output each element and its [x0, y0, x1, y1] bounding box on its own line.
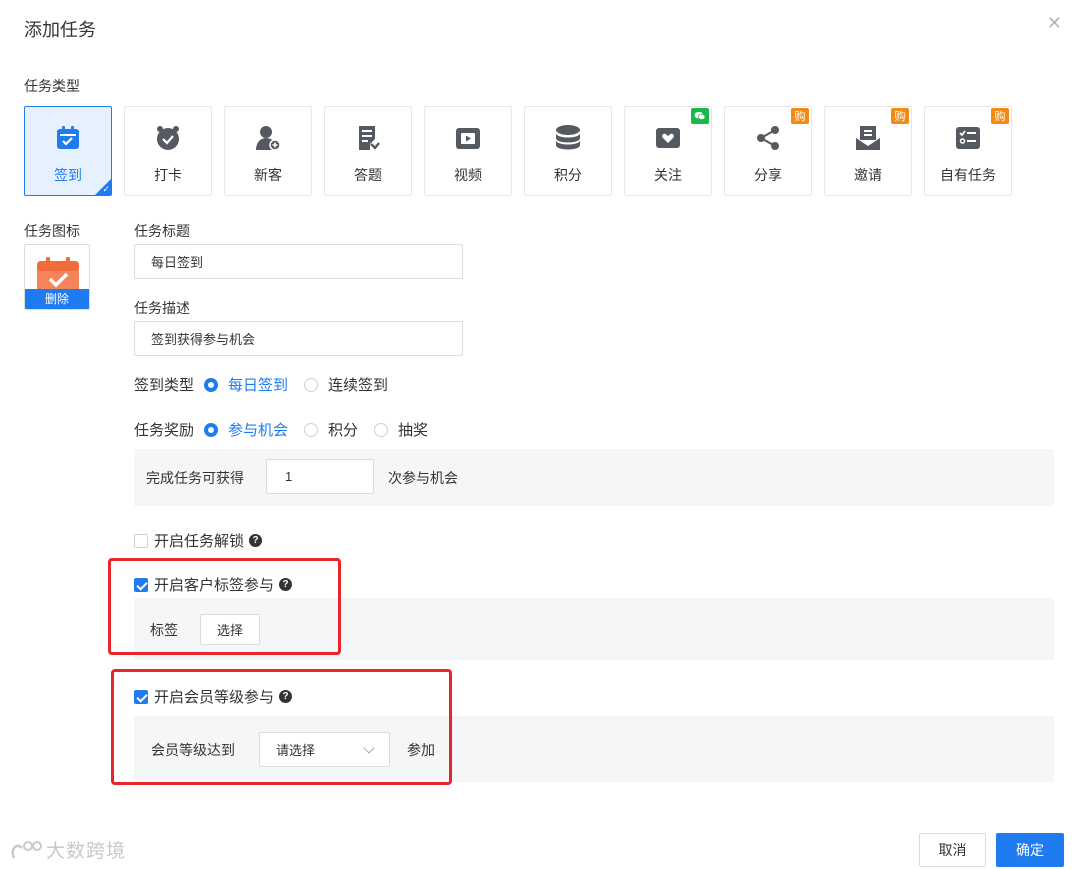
purchase-badge: 购 — [891, 108, 909, 124]
invite-icon — [853, 123, 883, 153]
customer-tag-panel: 标签 选择 — [134, 598, 1054, 660]
task-type-label-text: 积分 — [554, 167, 582, 183]
radio-label: 每日签到 — [228, 377, 289, 394]
task-type-punch[interactable]: 打卡 — [124, 106, 212, 196]
task-desc-input[interactable] — [134, 321, 463, 356]
watermark: 大数跨境 — [10, 836, 126, 863]
customer-tag-label: 开启客户标签参与 — [154, 577, 275, 594]
radio-label: 连续签到 — [328, 377, 389, 394]
reward-detail-panel: 完成任务可获得 次参与机会 — [134, 449, 1054, 506]
unlock-label: 开启任务解锁 — [154, 533, 245, 550]
wechat-icon — [691, 108, 709, 124]
radio-dot — [304, 422, 319, 437]
calendar-image-icon — [37, 257, 79, 293]
task-icon-label: 任务图标 — [24, 223, 80, 239]
task-type-custom[interactable]: 自有任务 购 — [924, 106, 1012, 196]
cancel-button[interactable]: 取消 — [919, 833, 986, 867]
quiz-icon — [353, 123, 383, 153]
purchase-badge: 购 — [791, 108, 809, 124]
task-type-video[interactable]: 视频 — [424, 106, 512, 196]
select-tag-button[interactable]: 选择 — [200, 614, 260, 645]
select-placeholder: 请选择 — [276, 743, 316, 758]
help-icon[interactable]: ? — [279, 578, 293, 591]
share-icon — [753, 123, 783, 153]
help-icon[interactable]: ? — [279, 690, 293, 703]
task-type-follow[interactable]: 关注 — [624, 106, 712, 196]
radio-dot — [204, 422, 219, 437]
task-reward-row: 任务奖励 参与机会 积分 抽奖 — [134, 419, 444, 440]
check-icon: ✓ — [102, 184, 110, 194]
task-type-share[interactable]: 分享 购 — [724, 106, 812, 196]
task-type-label-text: 新客 — [254, 167, 282, 183]
member-level-row: 开启会员等级参与 ? — [134, 686, 293, 707]
radio-reward-chance[interactable]: 参与机会 — [204, 419, 288, 440]
task-type-checkin[interactable]: 签到 ✓ — [24, 106, 112, 196]
tag-label: 标签 — [150, 622, 178, 638]
watermark-logo-icon — [11, 840, 42, 859]
radio-daily-checkin[interactable]: 每日签到 — [204, 374, 288, 395]
task-type-list: 签到 ✓ 打卡 新客 答题 视频 积分 关注 分享 购 邀请 购 自有任务 购 — [24, 106, 1012, 196]
task-type-points[interactable]: 积分 — [524, 106, 612, 196]
radio-label: 抽奖 — [398, 422, 429, 439]
unlock-row: 开启任务解锁 ? — [134, 530, 263, 551]
task-desc-label: 任务描述 — [134, 300, 190, 316]
task-type-label-text: 视频 — [454, 167, 482, 183]
task-icon-preview[interactable]: 删除 — [24, 244, 90, 310]
purchase-badge: 购 — [991, 108, 1009, 124]
task-type-label-text: 邀请 — [854, 167, 882, 183]
close-icon[interactable]: ✕ — [1047, 14, 1062, 32]
task-type-label-text: 自有任务 — [940, 167, 996, 183]
task-type-label-text: 签到 — [54, 167, 82, 183]
heart-message-icon — [653, 123, 683, 153]
task-type-label-text: 打卡 — [154, 167, 182, 183]
watermark-text: 大数跨境 — [46, 841, 127, 862]
member-level-checkbox[interactable] — [134, 689, 148, 704]
reward-suffix: 次参与机会 — [388, 470, 458, 486]
task-title-label: 任务标题 — [134, 223, 190, 239]
radio-reward-lottery[interactable]: 抽奖 — [374, 419, 428, 440]
chevron-down-icon — [363, 741, 375, 754]
radio-dot — [304, 377, 319, 392]
task-type-quiz[interactable]: 答题 — [324, 106, 412, 196]
radio-label: 积分 — [328, 422, 359, 439]
radio-reward-points[interactable]: 积分 — [304, 419, 358, 440]
coins-icon — [553, 123, 583, 153]
level-label: 会员等级达到 — [151, 742, 235, 758]
delete-icon-button[interactable]: 删除 — [25, 289, 89, 309]
checkin-type-label: 签到类型 — [134, 377, 195, 394]
reward-count-input[interactable] — [266, 459, 374, 494]
radio-dot — [374, 422, 389, 437]
radio-label: 参与机会 — [228, 422, 289, 439]
video-icon — [453, 123, 483, 153]
new-user-icon — [253, 123, 283, 153]
task-type-invite[interactable]: 邀请 购 — [824, 106, 912, 196]
unlock-checkbox[interactable] — [134, 533, 148, 548]
member-level-select[interactable]: 请选择 — [259, 732, 390, 767]
dialog-title: 添加任务 — [24, 20, 96, 40]
radio-continuous-checkin[interactable]: 连续签到 — [304, 374, 388, 395]
task-reward-label: 任务奖励 — [134, 422, 195, 439]
task-type-label: 任务类型 — [24, 78, 80, 94]
help-icon[interactable]: ? — [249, 534, 263, 547]
checkin-type-row: 签到类型 每日签到 连续签到 — [134, 374, 404, 395]
member-level-panel: 会员等级达到 请选择 参加 — [134, 716, 1054, 782]
task-type-newcustomer[interactable]: 新客 — [224, 106, 312, 196]
calendar-check-icon — [53, 123, 83, 153]
reward-prefix: 完成任务可获得 — [146, 470, 244, 486]
radio-dot — [204, 377, 219, 392]
checklist-icon — [953, 123, 983, 153]
alarm-clock-icon — [153, 123, 183, 153]
task-type-label-text: 分享 — [754, 167, 782, 183]
task-title-input[interactable] — [134, 244, 463, 279]
level-suffix: 参加 — [407, 742, 435, 758]
customer-tag-checkbox[interactable] — [134, 577, 148, 592]
customer-tag-row: 开启客户标签参与 ? — [134, 574, 293, 595]
task-type-label-text: 关注 — [654, 167, 682, 183]
member-level-label: 开启会员等级参与 — [154, 689, 275, 706]
confirm-button[interactable]: 确定 — [996, 833, 1064, 867]
task-type-label-text: 答题 — [354, 167, 382, 183]
